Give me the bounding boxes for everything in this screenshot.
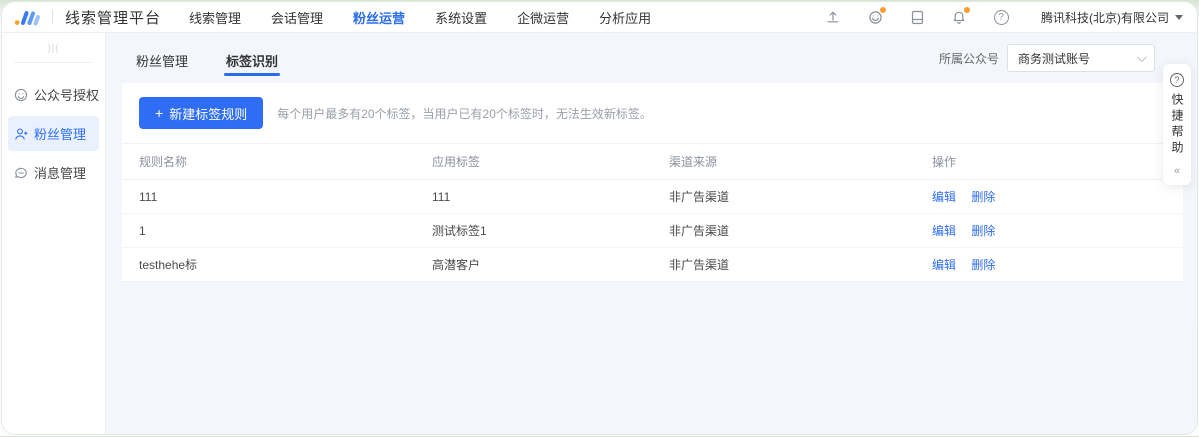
column-rule-name: 规则名称 [122, 143, 415, 180]
nav-item-leads[interactable]: 线索管理 [189, 8, 241, 27]
cell-rule-name: 111 [122, 179, 415, 214]
customer-service-icon[interactable] [867, 7, 886, 25]
brand-divider [52, 10, 53, 24]
sidebar-item-label: 公众号授权 [34, 88, 100, 103]
cell-channel-source: 非广告渠道 [652, 247, 915, 282]
nav-item-sessions[interactable]: 会话管理 [271, 8, 323, 27]
official-account-select[interactable]: 商务测试账号 [1007, 44, 1155, 72]
table-header-row: 规则名称 应用标签 渠道来源 操作 [122, 143, 1183, 180]
filter-label: 所属公众号 [938, 51, 999, 66]
chevron-down-icon [1136, 51, 1147, 62]
nav-item-analytics[interactable]: 分析应用 [599, 8, 651, 27]
column-actions: 操作 [915, 143, 1183, 180]
sidebar-item-message-management[interactable]: 消息管理 [8, 155, 99, 190]
nav-item-fans[interactable]: 粉丝运营 [353, 8, 405, 27]
help-icon[interactable]: ? [993, 9, 1009, 25]
company-name: 腾讯科技(北京)有限公司 [1041, 10, 1169, 25]
notification-badge [880, 7, 886, 13]
column-applied-tag: 应用标签 [415, 143, 652, 180]
cell-actions: 编辑 删除 [915, 213, 1183, 248]
cell-applied-tag: 高潜客户 [415, 247, 652, 282]
main-content: 粉丝管理 标签识别 所属公众号 商务测试账号 + 新建标签规则 每个用户最多有2… [106, 33, 1197, 434]
caret-down-icon [1175, 14, 1183, 20]
cell-applied-tag: 111 [415, 179, 652, 214]
edit-link[interactable]: 编辑 [932, 190, 956, 204]
tab-fans-management[interactable]: 粉丝管理 [134, 35, 190, 82]
official-account-icon [14, 88, 28, 102]
quick-help-label[interactable]: 快捷帮助 [1170, 93, 1184, 157]
upload-icon[interactable] [825, 9, 841, 25]
column-channel-source: 渠道来源 [652, 143, 915, 180]
cell-rule-name: testhehe标 [122, 247, 415, 282]
brand-logo-icon [14, 8, 40, 26]
sidebar-item-label: 消息管理 [34, 166, 87, 181]
sidebar-item-fans-management[interactable]: 粉丝管理 [8, 116, 99, 151]
nav-item-settings[interactable]: 系统设置 [435, 8, 487, 27]
new-tag-rule-button[interactable]: + 新建标签规则 [139, 97, 264, 129]
sidebar-item-label: 粉丝管理 [34, 127, 87, 142]
plus-icon: + [155, 105, 164, 121]
quick-help-panel: ? 快捷帮助 « [1163, 64, 1191, 185]
app-window: 线索管理平台 线索管理 会话管理 粉丝运营 系统设置 企微运营 分析应用 ? 腾… [1, 1, 1198, 435]
company-account-switcher[interactable]: 腾讯科技(北京)有限公司 [1041, 9, 1183, 26]
cell-channel-source: 非广告渠道 [652, 179, 915, 214]
brand-title: 线索管理平台 [65, 9, 162, 27]
delete-link[interactable]: 删除 [971, 224, 995, 238]
fans-icon [14, 127, 28, 141]
table-row: testhehe标 高潜客户 非广告渠道 编辑 删除 [122, 247, 1183, 282]
sidebar-collapsed-mark: )|( [47, 43, 60, 54]
new-tag-rule-label: 新建标签规则 [169, 106, 248, 122]
tab-tag-recognition[interactable]: 标签识别 [224, 35, 281, 82]
primary-nav: 线索管理 会话管理 粉丝运营 系统设置 企微运营 分析应用 [189, 8, 825, 27]
tab-bar: 粉丝管理 标签识别 所属公众号 商务测试账号 [106, 33, 1197, 83]
delete-link[interactable]: 删除 [971, 258, 995, 272]
cell-actions: 编辑 删除 [915, 247, 1183, 282]
cell-actions: 编辑 删除 [915, 179, 1183, 214]
notification-badge [964, 7, 970, 13]
workbench-icon[interactable] [909, 9, 925, 25]
selected-account: 商务测试账号 [1018, 51, 1091, 66]
message-icon [14, 166, 28, 180]
bell-icon[interactable] [951, 7, 970, 25]
tag-limit-note: 每个用户最多有20个标签，当用户已有20个标签时，无法生效新标签。 [277, 106, 652, 121]
help-icon[interactable]: ? [1170, 73, 1184, 87]
nav-item-wecom[interactable]: 企微运营 [517, 8, 569, 27]
cell-applied-tag: 测试标签1 [415, 213, 652, 248]
topnav-actions: ? 腾讯科技(北京)有限公司 [825, 7, 1183, 26]
table-row: 1 测试标签1 非广告渠道 编辑 删除 [122, 213, 1183, 248]
official-account-filter: 所属公众号 商务测试账号 [939, 44, 1155, 72]
collapse-icon[interactable]: « [1174, 163, 1180, 177]
cell-rule-name: 1 [122, 213, 415, 248]
delete-link[interactable]: 删除 [971, 190, 995, 204]
sidebar-divider [14, 62, 93, 63]
sidebar: )|( 公众号授权 粉丝管理 消息管理 [2, 33, 106, 434]
tag-rules-card: + 新建标签规则 每个用户最多有20个标签，当用户已有20个标签时，无法生效新标… [122, 83, 1183, 282]
cell-channel-source: 非广告渠道 [652, 213, 915, 248]
edit-link[interactable]: 编辑 [932, 224, 956, 238]
edit-link[interactable]: 编辑 [932, 258, 956, 272]
tag-rules-table: 规则名称 应用标签 渠道来源 操作 111 111 非广告渠道 编辑 删除 1 … [122, 143, 1183, 282]
table-row: 111 111 非广告渠道 编辑 删除 [122, 179, 1183, 214]
sidebar-item-official-account-auth[interactable]: 公众号授权 [8, 77, 99, 112]
top-navigation: 线索管理平台 线索管理 会话管理 粉丝运营 系统设置 企微运营 分析应用 ? 腾… [2, 2, 1197, 33]
